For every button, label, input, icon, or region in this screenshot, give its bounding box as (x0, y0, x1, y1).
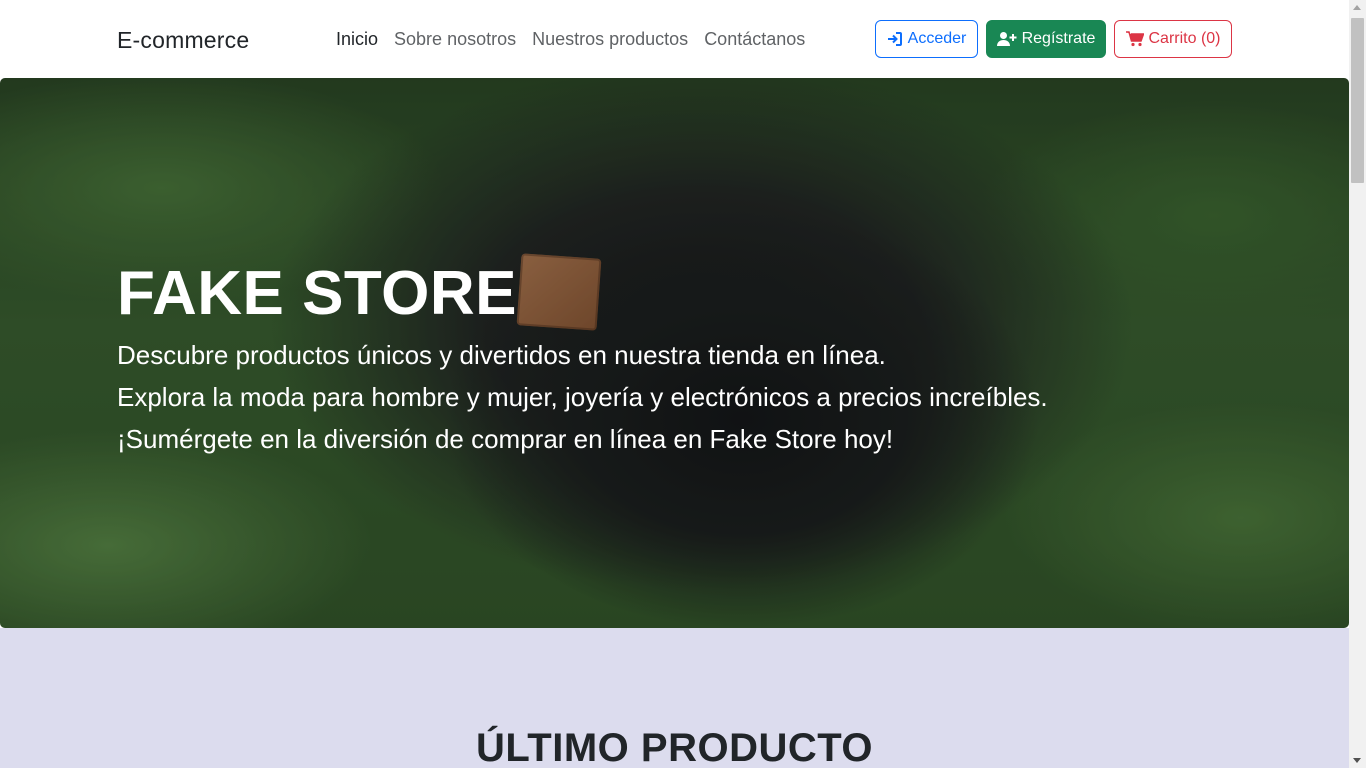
login-button[interactable]: Acceder (875, 20, 978, 58)
latest-product-section: ÚLTIMO PRODUCTO (0, 628, 1349, 768)
hero-description: Descubre productos únicos y divertidos e… (117, 334, 1117, 460)
sign-in-icon (887, 31, 903, 47)
nav-link-nuestros-productos[interactable]: Nuestros productos (532, 29, 688, 50)
scroll-down-icon[interactable] (1353, 758, 1361, 763)
cart-icon (1125, 31, 1144, 47)
cart-label: Carrito (0) (1148, 30, 1221, 47)
hero-line-3: ¡Sumérgete en la diversión de comprar en… (117, 424, 894, 454)
scroll-thumb[interactable] (1351, 18, 1364, 183)
hero-line-1: Descubre productos únicos y divertidos e… (117, 340, 886, 370)
navbar: E-commerce Inicio Sobre nosotros Nuestro… (0, 0, 1349, 78)
register-label: Regístrate (1021, 30, 1096, 47)
login-label: Acceder (907, 30, 967, 47)
hero-title: FAKE STORE (117, 259, 518, 328)
page: E-commerce Inicio Sobre nosotros Nuestro… (0, 0, 1366, 768)
section-title: ÚLTIMO PRODUCTO (475, 726, 874, 768)
nav-link-sobre-nosotros[interactable]: Sobre nosotros (394, 29, 516, 50)
hero-banner: FAKE STORE Descubre productos únicos y d… (0, 78, 1349, 628)
nav-links: Inicio Sobre nosotros Nuestros productos… (336, 29, 805, 50)
register-button[interactable]: Regístrate (986, 20, 1106, 58)
user-plus-icon (996, 31, 1017, 47)
cart-button[interactable]: Carrito (0) (1114, 20, 1232, 58)
scroll-up-icon[interactable] (1353, 5, 1361, 10)
hero-line-2: Explora la moda para hombre y mujer, joy… (117, 382, 1048, 412)
nav-link-inicio[interactable]: Inicio (336, 29, 378, 50)
nav-link-contactanos[interactable]: Contáctanos (704, 29, 805, 50)
brand-link[interactable]: E-commerce (117, 27, 249, 54)
page-scrollbar[interactable] (1349, 0, 1366, 768)
